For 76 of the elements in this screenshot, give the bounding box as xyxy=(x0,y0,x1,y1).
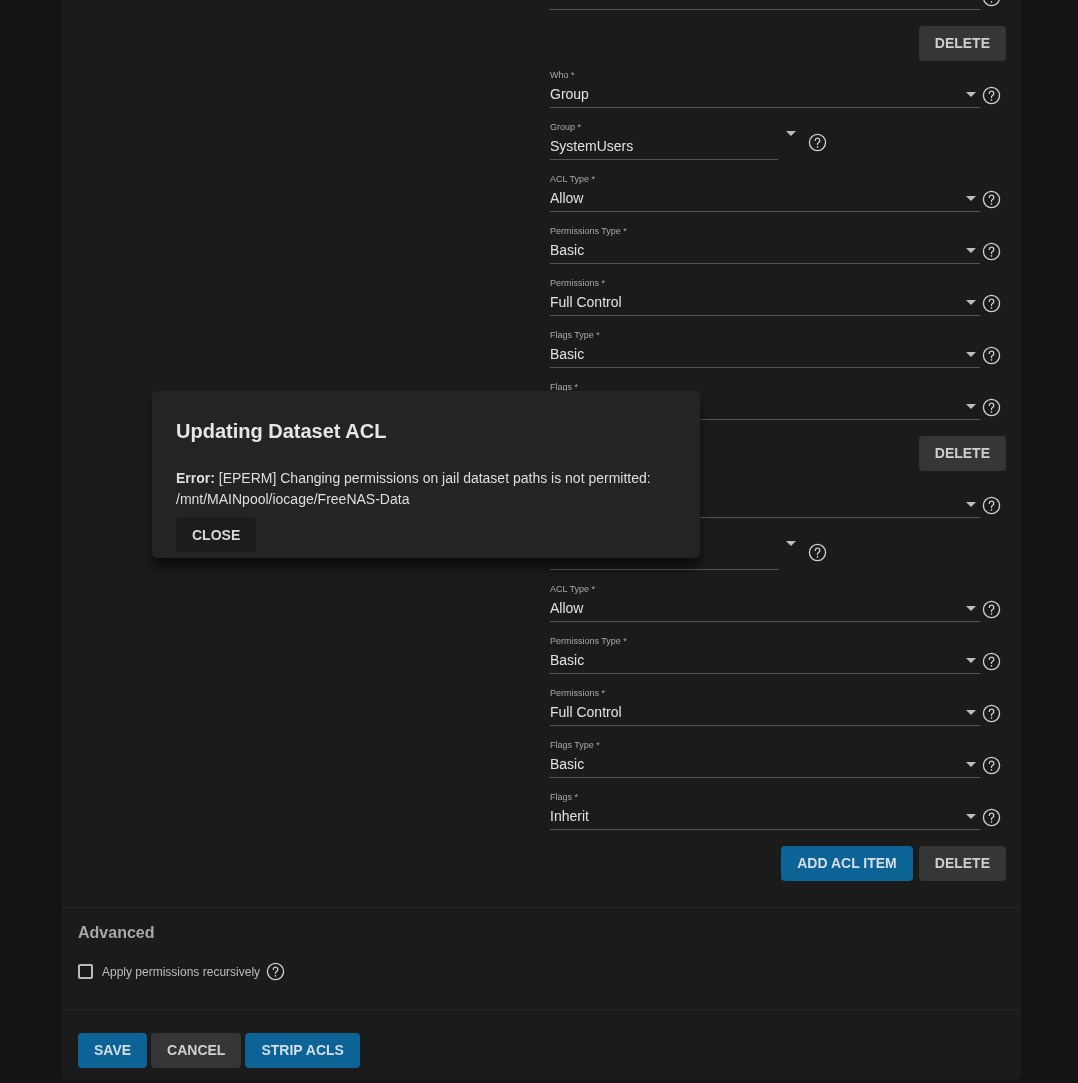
error-message: Error: [EPERM] Changing permissions on jail dataset paths is not permitted: /mnt/MAINpool/iocage/FreeNAS-Data xyxy=(176,469,652,509)
field-label: Permissions * xyxy=(550,278,605,288)
field-value: Full Control xyxy=(550,703,622,722)
help-icon[interactable] xyxy=(808,543,827,562)
field-value: Basic xyxy=(550,345,585,364)
dropdown-caret-icon xyxy=(786,541,796,546)
field-label: Permissions Type * xyxy=(550,636,627,646)
close-button[interactable]: CLOSE xyxy=(176,518,257,552)
help-icon[interactable] xyxy=(982,808,1001,827)
field-label: Flags Type * xyxy=(550,740,600,750)
dropdown-caret-icon xyxy=(966,710,976,715)
select-field[interactable]: Flags Type * Basic xyxy=(550,731,980,778)
help-icon[interactable] xyxy=(982,190,1001,209)
field-label: Flags * xyxy=(550,792,578,802)
secondary-button[interactable]: DELETE xyxy=(918,846,1006,881)
checkbox-label: Apply permissions recursively xyxy=(102,963,261,981)
field-value: Inherit xyxy=(550,807,589,826)
help-icon[interactable] xyxy=(982,242,1001,261)
select-field[interactable]: ACL Type * Allow xyxy=(550,575,980,622)
dropdown-caret-icon xyxy=(966,92,976,97)
help-icon[interactable] xyxy=(266,962,286,981)
select-field[interactable]: Permissions * Full Control xyxy=(550,269,980,316)
dropdown-caret-icon xyxy=(966,814,976,819)
field-label: ACL Type * xyxy=(550,584,596,594)
field-value: Basic xyxy=(550,241,585,260)
help-icon[interactable] xyxy=(982,704,1001,723)
select-field[interactable]: Permissions Type * Basic xyxy=(550,217,980,264)
field-label: Flags Type * xyxy=(550,330,600,340)
secondary-button[interactable]: DELETE xyxy=(918,436,1006,471)
help-icon[interactable] xyxy=(808,133,827,152)
primary-button[interactable]: STRIP ACLS xyxy=(245,1033,360,1068)
dropdown-caret-icon xyxy=(966,352,976,357)
select-field[interactable]: Flags Type * Basic xyxy=(550,321,980,368)
field-label: Who * xyxy=(550,70,575,80)
select-field[interactable]: Flags * Inherit xyxy=(550,783,980,830)
help-icon[interactable] xyxy=(982,86,1001,105)
primary-button[interactable]: SAVE xyxy=(78,1033,148,1068)
help-icon[interactable] xyxy=(982,652,1001,671)
field-value: Group xyxy=(550,85,589,104)
secondary-button[interactable]: DELETE xyxy=(918,26,1006,61)
select-field[interactable]: ACL Type * Allow xyxy=(550,165,980,212)
field-value: Full Control xyxy=(550,293,622,312)
select-field[interactable]: Permissions Type * Basic xyxy=(550,627,980,674)
field-value: Allow xyxy=(550,189,584,208)
select-field[interactable]: Permissions * Full Control xyxy=(550,679,980,726)
dropdown-caret-icon xyxy=(966,300,976,305)
help-icon[interactable] xyxy=(982,398,1001,417)
dropdown-caret-icon xyxy=(966,196,976,201)
dropdown-caret-icon xyxy=(966,248,976,253)
dialog-title: Updating Dataset ACL xyxy=(176,419,387,444)
primary-button[interactable]: ADD ACL ITEM xyxy=(781,846,913,881)
combo-field[interactable]: Group * SystemUsers xyxy=(550,113,778,160)
field-value: Basic xyxy=(550,755,585,774)
secondary-button[interactable]: CANCEL xyxy=(151,1033,242,1068)
field-label: Permissions * xyxy=(550,688,605,698)
help-icon[interactable] xyxy=(982,756,1001,775)
field-value: SystemUsers xyxy=(550,137,634,156)
dropdown-caret-icon xyxy=(966,502,976,507)
checkbox[interactable] xyxy=(78,964,93,979)
field-label: ACL Type * xyxy=(550,174,596,184)
help-icon[interactable] xyxy=(982,600,1001,619)
help-icon[interactable] xyxy=(982,496,1001,515)
dropdown-caret-icon xyxy=(966,404,976,409)
field-label: Group * xyxy=(550,122,582,132)
dropdown-caret-icon xyxy=(786,131,796,136)
help-icon[interactable] xyxy=(982,294,1001,313)
dropdown-caret-icon xyxy=(966,762,976,767)
field-label: Flags * xyxy=(550,382,578,392)
section-title: Advanced xyxy=(78,923,156,943)
dropdown-caret-icon xyxy=(966,658,976,663)
field-value: Allow xyxy=(550,599,584,618)
field-value: Basic xyxy=(550,651,585,670)
help-icon[interactable] xyxy=(982,346,1001,365)
field-label: Permissions Type * xyxy=(550,226,627,236)
select-field[interactable]: Who * Group xyxy=(550,61,980,108)
dropdown-caret-icon xyxy=(966,606,976,611)
